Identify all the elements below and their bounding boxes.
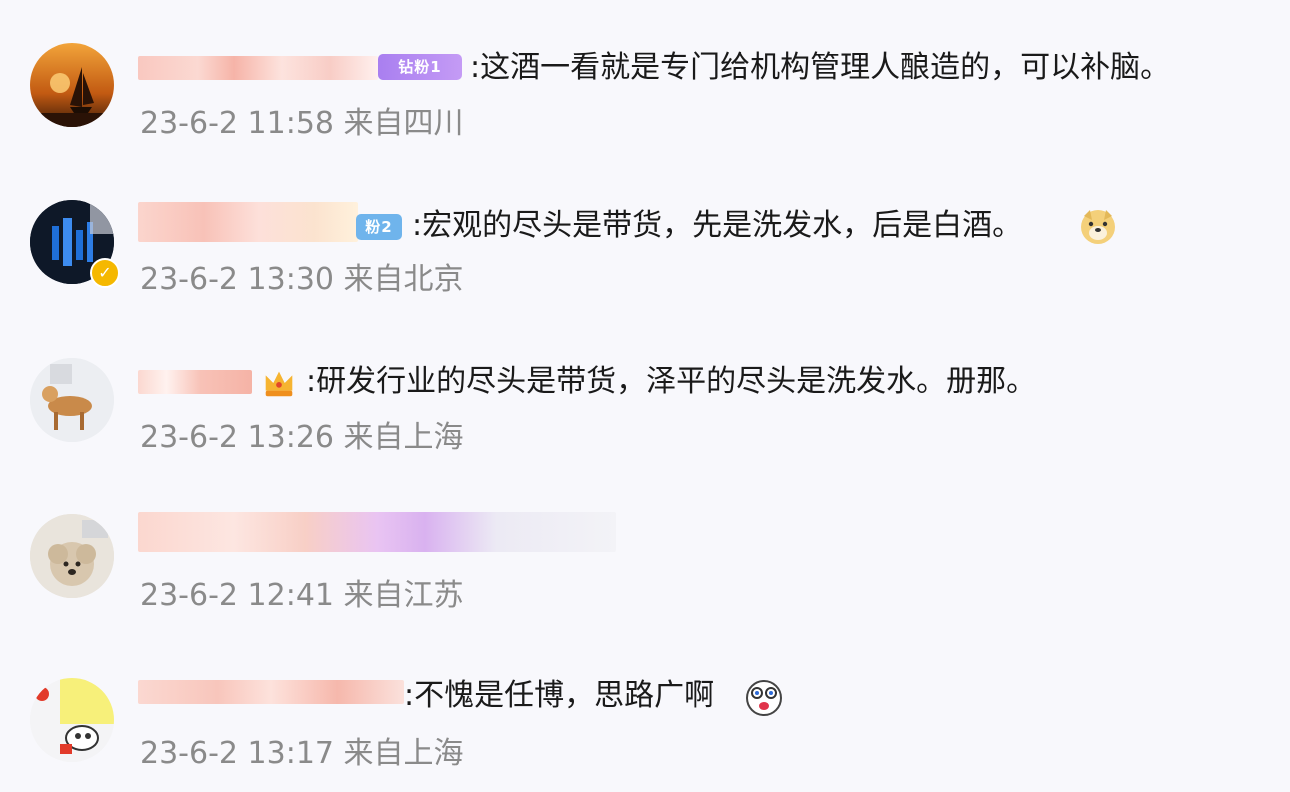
comment-location: 来自四川 xyxy=(343,106,464,141)
comment-location: 来自江苏 xyxy=(343,578,464,613)
avatar[interactable] xyxy=(30,514,114,598)
verified-badge-icon: ✓ xyxy=(90,258,120,288)
doge-emoji-icon xyxy=(1081,210,1115,244)
crown-badge-icon[interactable] xyxy=(260,364,298,402)
comment-time: 23-6-2 12:41 xyxy=(140,578,334,613)
avatar[interactable] xyxy=(30,678,114,762)
comment-text: :不愧是任博，思路广啊 xyxy=(404,678,715,713)
comment-text: :研发行业的尽头是带货，泽平的尽头是洗发水。册那。 xyxy=(306,364,1037,399)
comment-item: :不愧是任博，思路广啊 23-6-2 13:17 来自上海 xyxy=(0,624,1290,780)
comment-location: 来自北京 xyxy=(343,262,464,297)
comment-text: :这酒一看就是专门给机构管理人酿造的，可以补脑。 xyxy=(470,50,1171,85)
comment-meta: 23-6-2 13:30 来自北京 xyxy=(140,260,464,300)
fan-badge[interactable]: 钻粉1 xyxy=(378,54,462,80)
comment-text: :宏观的尽头是带货，先是洗发水，后是白酒。 xyxy=(412,208,1023,243)
comment-item: :研发行业的尽头是带货，泽平的尽头是洗发水。册那。 23-6-2 13:26 来… xyxy=(0,312,1290,468)
comment-location: 来自上海 xyxy=(343,420,464,455)
comment-meta: 23-6-2 11:58 来自四川 xyxy=(140,104,464,144)
username-obscured[interactable] xyxy=(138,370,252,394)
comment-meta: 23-6-2 12:41 来自江苏 xyxy=(140,576,464,616)
username-obscured[interactable] xyxy=(138,512,616,552)
comment-item: 钻粉1 :这酒一看就是专门给机构管理人酿造的，可以补脑。 23-6-2 11:5… xyxy=(0,0,1290,156)
comment-meta: 23-6-2 13:26 来自上海 xyxy=(140,418,464,458)
avatar[interactable] xyxy=(30,358,114,442)
avatar[interactable] xyxy=(30,43,114,127)
comment-time: 23-6-2 13:17 xyxy=(140,736,334,771)
username-obscured[interactable] xyxy=(138,56,378,80)
comment-time: 23-6-2 13:26 xyxy=(140,420,334,455)
fan-badge[interactable]: 粉2 xyxy=(356,214,402,240)
comment-time: 23-6-2 11:58 xyxy=(140,106,334,141)
comment-meta: 23-6-2 13:17 来自上海 xyxy=(140,734,464,774)
comment-time: 23-6-2 13:30 xyxy=(140,262,334,297)
comment-item: ✓ 粉2 :宏观的尽头是带货，先是洗发水，后是白酒。 23-6-2 13:30 … xyxy=(0,156,1290,312)
shocked-face-emoji-icon xyxy=(746,680,782,716)
username-obscured[interactable] xyxy=(138,680,404,704)
username-obscured[interactable] xyxy=(138,202,358,242)
comment-location: 来自上海 xyxy=(343,736,464,771)
comment-item: 23-6-2 12:41 来自江苏 xyxy=(0,468,1290,624)
